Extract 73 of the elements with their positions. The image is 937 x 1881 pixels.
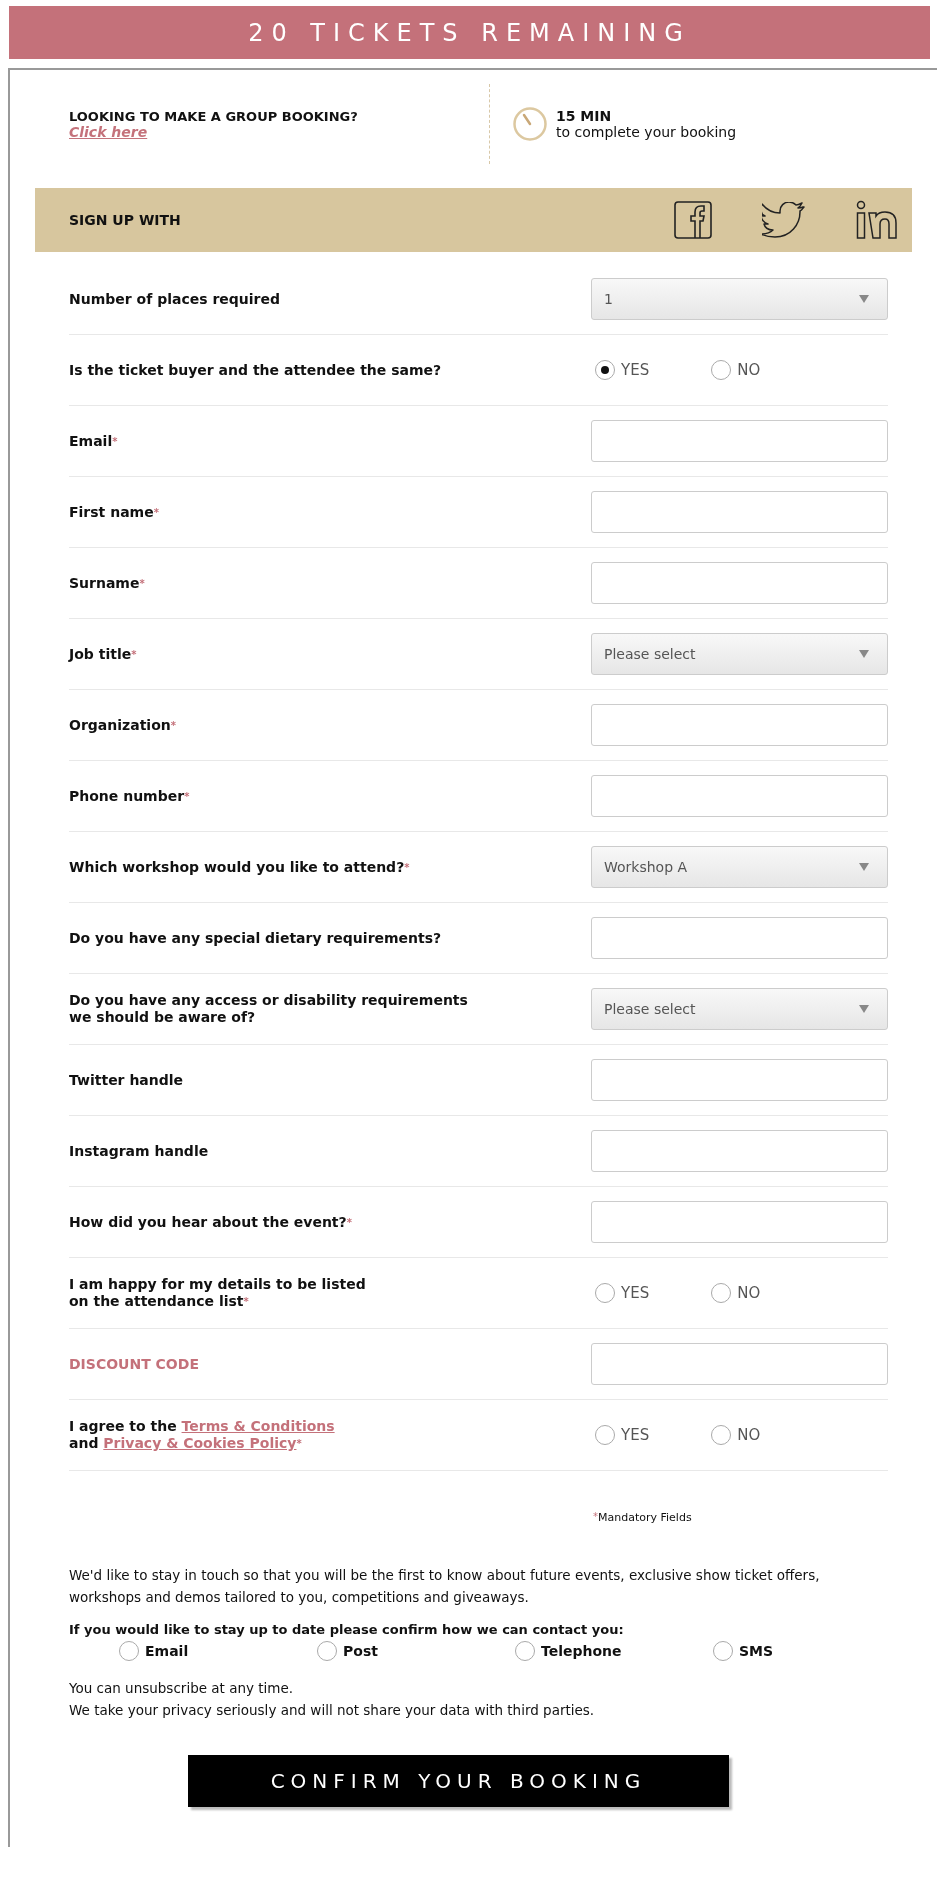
radio-option[interactable]: YES <box>595 360 650 380</box>
caret-icon <box>859 295 869 303</box>
radio-circle[interactable] <box>595 1283 615 1303</box>
confirm-booking-button[interactable]: CONFIRM YOUR BOOKING <box>188 1755 729 1807</box>
field-label: First name* <box>69 503 159 521</box>
text-input[interactable] <box>591 1059 888 1101</box>
text-input[interactable] <box>591 491 888 533</box>
field-label: DISCOUNT CODE <box>69 1355 199 1373</box>
text-input[interactable] <box>591 1201 888 1243</box>
sign-up-label: SIGN UP WITH <box>69 212 182 228</box>
field-label: I agree to the Terms & Conditions and Privacy & Cookies Policy* <box>69 1418 335 1452</box>
field-label: Do you have any access or disability requirements we should be aware of? <box>69 992 468 1026</box>
radio-circle[interactable] <box>711 360 732 380</box>
radio-option[interactable]: YES <box>595 1283 650 1303</box>
text-input[interactable] <box>591 562 888 604</box>
privacy-text: We take your privacy seriously and will not share your data with third parties. <box>69 1701 595 1720</box>
field-label: Instagram handle <box>69 1142 209 1160</box>
field-label: Job title* <box>69 645 137 663</box>
group-booking-question: LOOKING TO MAKE A GROUP BOOKING? <box>69 108 359 124</box>
field-label: I am happy for my details to be listed on the attendance list* <box>69 1276 366 1310</box>
field-label: How did you hear about the event?* <box>69 1213 352 1231</box>
text-input[interactable] <box>591 917 888 959</box>
field-label: Is the ticket buyer and the attendee the same? <box>69 361 442 379</box>
radio-circle[interactable] <box>713 1641 733 1661</box>
newsletter-text: We'd like to stay in touch so that you will be the first to know about future events, exclusive show ticket offers, workshops and demos tailored to you, competitions and giveaways. <box>69 1566 821 1607</box>
radio-circle[interactable] <box>317 1641 337 1661</box>
facebook-icon[interactable] <box>674 201 712 239</box>
radio-circle[interactable] <box>595 360 615 380</box>
field-label: Number of places required <box>69 290 281 308</box>
text-input[interactable] <box>591 1130 888 1172</box>
field-label: Which workshop would you like to attend?* <box>69 858 410 876</box>
field-label: Organization* <box>69 716 176 734</box>
select-dropdown[interactable]: 1 <box>591 278 888 320</box>
linkedin-icon[interactable] <box>856 200 898 240</box>
timer-minutes: 15 MIN <box>556 108 613 124</box>
field-label: Phone number* <box>69 787 190 805</box>
timer-icon <box>512 106 548 142</box>
select-dropdown[interactable]: Workshop A <box>591 846 888 888</box>
field-label: Email* <box>69 432 118 450</box>
radio-option[interactable]: NO <box>711 360 761 380</box>
tickets-banner: 20 TICKETS REMAINING <box>9 6 930 59</box>
mandatory-note: *Mandatory Fields <box>593 1511 693 1524</box>
contact-option[interactable]: Email <box>119 1641 317 1661</box>
text-input[interactable] <box>591 704 888 746</box>
radio-circle[interactable] <box>711 1425 732 1445</box>
field-label: Do you have any special dietary requirements? <box>69 929 442 947</box>
radio-circle[interactable] <box>711 1283 732 1303</box>
contact-option[interactable]: Telephone <box>515 1641 713 1661</box>
text-input[interactable] <box>591 775 888 817</box>
timer-caption: to complete your booking <box>556 124 737 140</box>
select-dropdown[interactable]: Please select <box>591 988 888 1030</box>
caret-icon <box>859 1005 869 1013</box>
radio-circle[interactable] <box>515 1641 535 1661</box>
contact-option[interactable]: SMS <box>713 1641 911 1661</box>
policy-link[interactable]: Terms & Conditions <box>181 1418 335 1434</box>
radio-option[interactable]: NO <box>711 1425 761 1445</box>
policy-link[interactable]: Privacy & Cookies Policy <box>103 1435 297 1451</box>
contact-option[interactable]: Post <box>317 1641 515 1661</box>
text-input[interactable] <box>591 1343 888 1385</box>
text-input[interactable] <box>591 420 888 462</box>
radio-option[interactable]: YES <box>595 1425 650 1445</box>
privacy-text: You can unsubscribe at any time. <box>69 1679 294 1698</box>
radio-circle[interactable] <box>119 1641 139 1661</box>
caret-icon <box>859 863 869 871</box>
click-here-link[interactable]: Click here <box>69 123 148 140</box>
radio-option[interactable]: NO <box>711 1283 761 1303</box>
bird-icon[interactable] <box>762 202 806 238</box>
select-dropdown[interactable]: Please select <box>591 633 888 675</box>
radio-circle[interactable] <box>595 1425 615 1445</box>
caret-icon <box>859 650 869 658</box>
field-label: Twitter handle <box>69 1071 184 1089</box>
contact-question: If you would like to stay up to date please confirm how we can contact you: <box>69 1622 625 1637</box>
field-label: Surname* <box>69 574 145 592</box>
